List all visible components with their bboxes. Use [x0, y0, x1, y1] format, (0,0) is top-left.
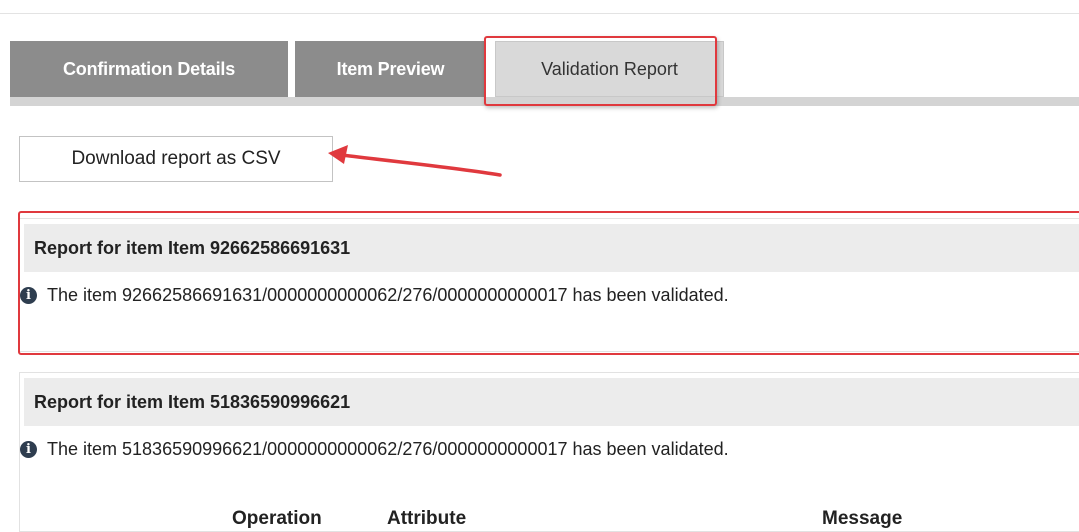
tab-validation-report[interactable]: Validation Report [495, 41, 724, 97]
download-csv-button[interactable]: Download report as CSV [19, 136, 333, 182]
report-title: Report for item Item 92662586691631 [24, 224, 1079, 272]
report-message: i The item 51836590996621/0000000000062/… [20, 439, 729, 460]
report-panel: Report for item Item 92662586691631 i Th… [19, 218, 1079, 352]
report-panel: Report for item Item 51836590996621 i Th… [19, 372, 1079, 532]
tab-bar-underline [10, 97, 1079, 106]
tab-item-preview[interactable]: Item Preview [295, 41, 486, 97]
annotation-arrow [328, 145, 502, 177]
info-circle-icon: i [20, 287, 37, 304]
report-message-text: The item 51836590996621/0000000000062/27… [47, 439, 729, 459]
info-circle-icon: i [20, 441, 37, 458]
tab-bar: Confirmation Details Item Preview Valida… [10, 0, 1079, 110]
report-message: i The item 92662586691631/0000000000062/… [20, 285, 729, 306]
report-message-text: The item 92662586691631/0000000000062/27… [47, 285, 729, 305]
report-title: Report for item Item 51836590996621 [24, 378, 1079, 426]
tab-confirmation-details[interactable]: Confirmation Details [10, 41, 288, 97]
